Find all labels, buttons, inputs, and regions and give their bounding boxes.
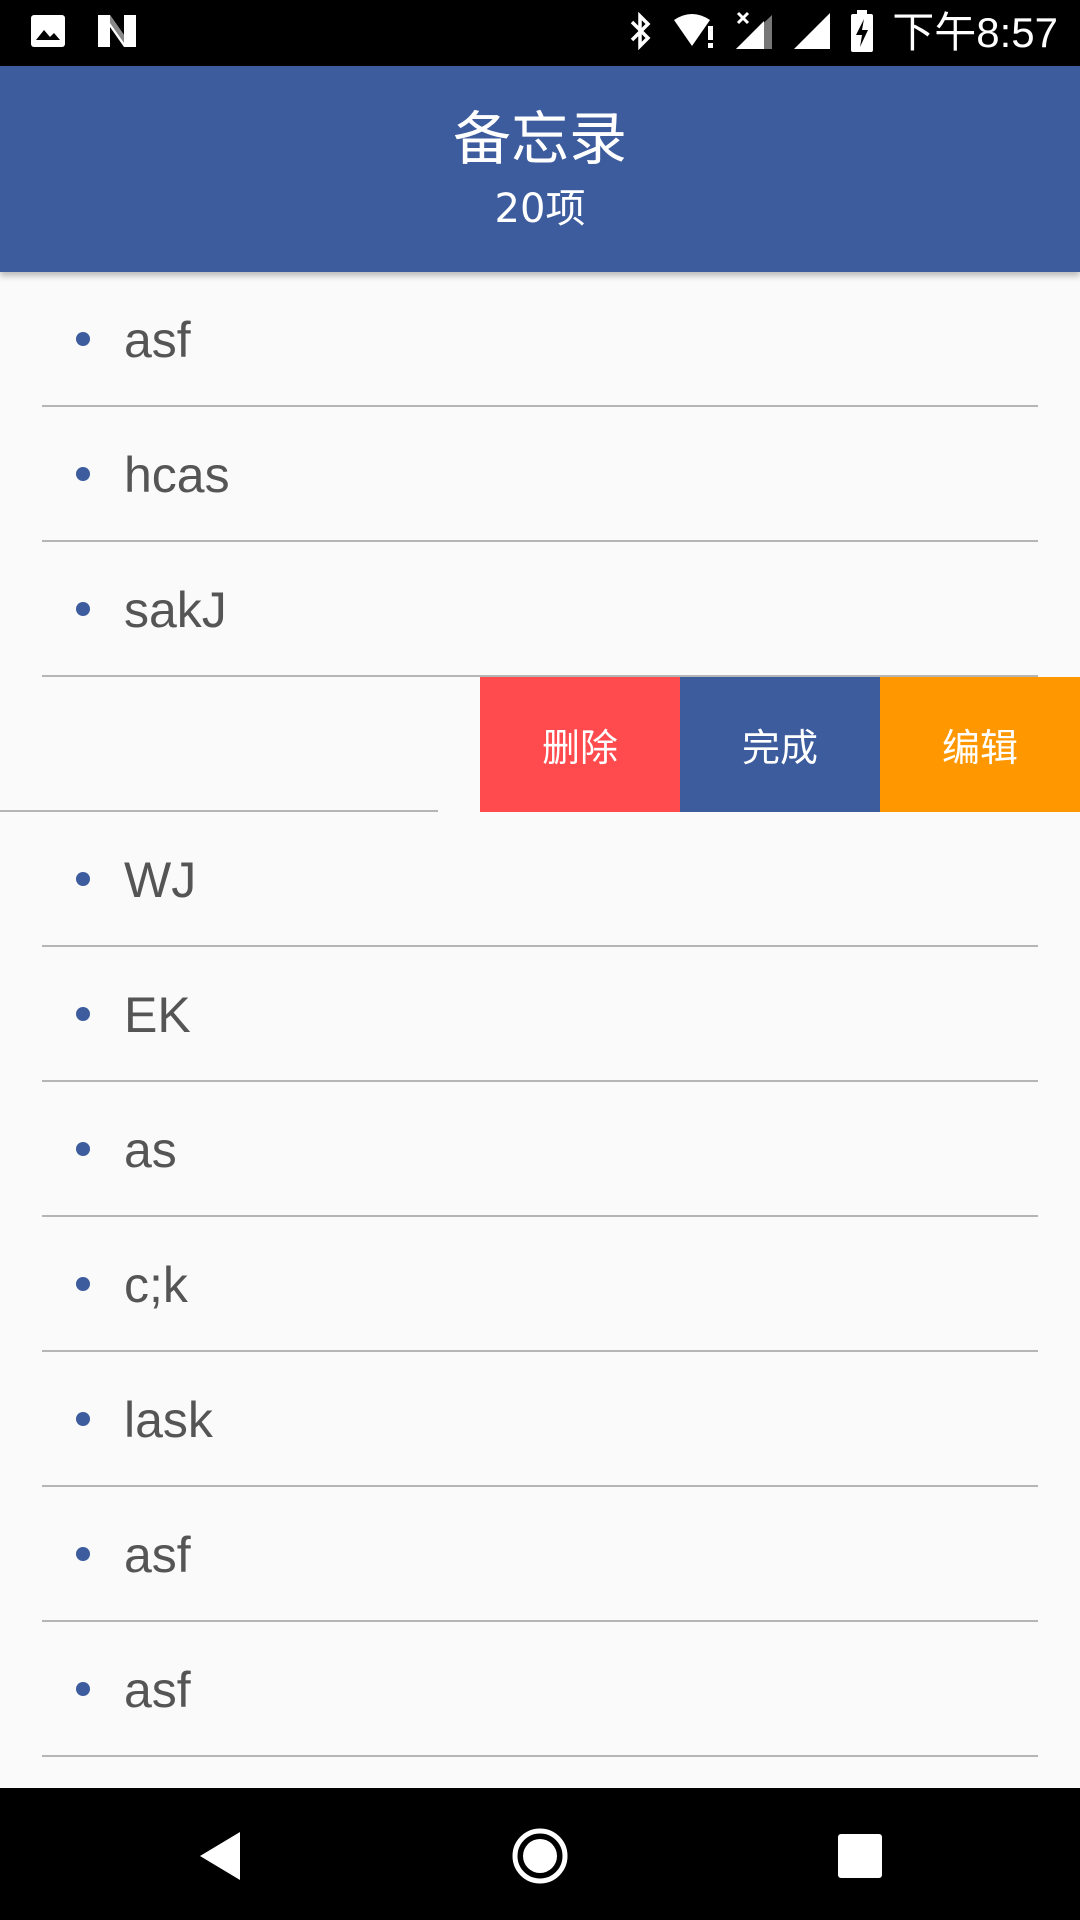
app-bar: 备忘录 20项 [0, 66, 1080, 272]
list-item-text: hcas [124, 447, 230, 503]
image-icon [30, 14, 66, 52]
status-time: 下午8:57 [892, 9, 1058, 56]
list-item-text: c;k [124, 1257, 188, 1313]
bullet-dot [76, 467, 90, 481]
swipe-actions: 删除 完成 编辑 [480, 677, 1080, 812]
status-left-icons [30, 12, 138, 54]
list-item[interactable]: c;k [0, 1217, 1080, 1352]
list-item[interactable]: EK [0, 947, 1080, 1082]
list-item-text: as [124, 1122, 177, 1178]
list-item[interactable]: asf [0, 1622, 1080, 1757]
list-item[interactable]: asf [0, 272, 1080, 407]
list-item[interactable]: asf [0, 1487, 1080, 1622]
list-item-text: lask [124, 1392, 213, 1448]
done-button[interactable]: 完成 [680, 677, 880, 812]
list-item-swiped[interactable]: 删除 完成 编辑 [0, 677, 1080, 812]
edit-button[interactable]: 编辑 [880, 677, 1080, 812]
signal-no-sim-icon [734, 11, 774, 55]
list-item-text: EK [124, 987, 191, 1043]
list-item-text: sakJ [124, 582, 227, 638]
list-item-text: asf [124, 1662, 191, 1718]
list-item[interactable]: hcas [0, 407, 1080, 542]
page-title: 备忘录 [452, 105, 627, 173]
bullet-dot [76, 1547, 90, 1561]
bullet-dot [76, 602, 90, 616]
divider [42, 1755, 1038, 1757]
navigation-bar [0, 1788, 1080, 1920]
delete-button[interactable]: 删除 [480, 677, 680, 812]
item-count: 20项 [494, 186, 586, 232]
bullet-dot [76, 1682, 90, 1696]
status-right-icons: 下午8:57 [628, 8, 1058, 58]
bullet-dot [76, 872, 90, 886]
list-item-text: asf [124, 1527, 191, 1583]
n-icon [96, 13, 138, 53]
list-item[interactable]: as [0, 1082, 1080, 1217]
list-item[interactable]: WJ [0, 812, 1080, 947]
wifi-alert-icon [672, 12, 716, 54]
list-item[interactable]: sakJ [0, 542, 1080, 677]
recents-icon[interactable] [830, 1826, 890, 1886]
bullet-dot [76, 1277, 90, 1291]
back-icon[interactable] [190, 1826, 250, 1886]
list-item-text: asf [124, 312, 191, 368]
bullet-dot [76, 1142, 90, 1156]
status-bar: 下午8:57 [0, 0, 1080, 66]
list-item[interactable]: lask [0, 1352, 1080, 1487]
bullet-dot [76, 1412, 90, 1426]
bullet-dot [76, 332, 90, 346]
memo-list: asf hcas sakJ 删除 完成 编辑 WJ EK as c;k lask… [0, 272, 1080, 1788]
home-icon[interactable] [510, 1826, 570, 1886]
list-item-text: WJ [124, 852, 197, 908]
battery-charging-icon [850, 10, 874, 56]
bullet-dot [76, 1007, 90, 1021]
bluetooth-icon [628, 11, 654, 55]
signal-icon [792, 11, 832, 55]
